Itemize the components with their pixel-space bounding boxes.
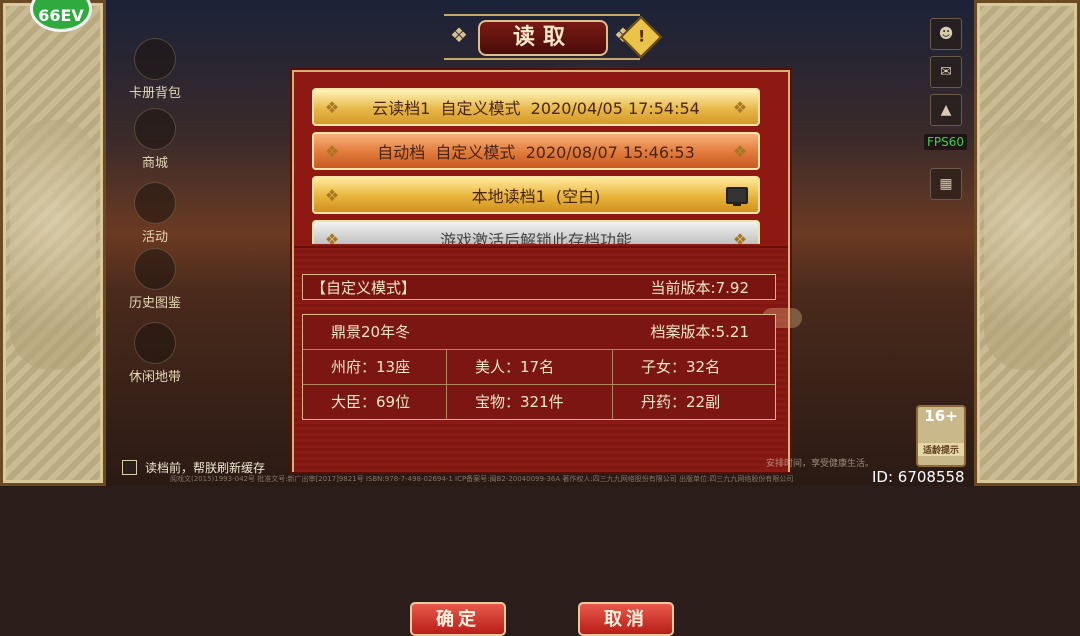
backpack-icon	[134, 38, 176, 80]
menu-item-history[interactable]: 历史图鉴	[110, 248, 200, 311]
stat-treasures: 宝物：321件	[447, 385, 613, 419]
menu-label: 活动	[141, 230, 168, 245]
fps-counter: FPS60	[924, 134, 968, 150]
archive-version: 档案版本:5.21	[650, 323, 749, 341]
menu-item-shop[interactable]: 商城	[110, 108, 200, 171]
slot-label: 云读档1 自定义模式 2020/04/05 17:54:54	[372, 99, 700, 118]
stat-beauties: 美人：17名	[447, 350, 613, 384]
monitor-icon	[726, 187, 748, 206]
menu-label: 历史图鉴	[128, 296, 181, 311]
user-id: ID: 6708558	[872, 468, 965, 486]
knot-ornament-icon: ❖	[324, 142, 340, 161]
knot-ornament-icon: ❖	[324, 98, 340, 117]
mode-label: 【自定义模式】	[311, 279, 417, 297]
current-version: 当前版本:7.92	[650, 279, 749, 297]
title-banner: ❖ 读取 ❖	[444, 14, 640, 60]
confirm-button[interactable]: 确定	[410, 602, 506, 636]
activity-icon	[134, 182, 176, 224]
logo-text: 66EV	[38, 6, 84, 25]
knot-ornament-icon: ❖	[732, 230, 748, 244]
age-rating: 16+	[924, 407, 958, 425]
age-rating-badge: 16+ 适龄提示	[916, 405, 966, 467]
gift-icon[interactable]: ▦	[930, 168, 962, 200]
shop-icon	[134, 108, 176, 150]
save-slot-list[interactable]: ❖ 云读档1 自定义模式 2020/04/05 17:54:54 ❖ ❖ 自动档…	[312, 84, 764, 244]
dragon-emblem	[10, 120, 96, 370]
menu-item-activity[interactable]: 活动	[110, 182, 200, 245]
age-rating-label: 适龄提示	[918, 443, 964, 456]
knot-ornament-icon: ❖	[732, 142, 748, 161]
save-slot-auto[interactable]: ❖ 自动档 自定义模式 2020/08/07 15:46:53 ❖	[312, 132, 760, 170]
menu-label: 卡册背包	[128, 86, 181, 101]
right-decor-panel	[974, 0, 1080, 486]
table-row: 州府：13座 美人：17名 子女：32名	[303, 350, 775, 385]
save-stats-table: 鼎景20年冬 档案版本:5.21 州府：13座 美人：17名 子女：32名 大臣…	[302, 314, 776, 420]
refresh-cache-checkbox[interactable]	[122, 460, 137, 475]
dragon-emblem	[984, 120, 1070, 370]
cancel-button[interactable]: 取消	[578, 602, 674, 636]
table-row: 大臣：69位 宝物：321件 丹药：22副	[303, 385, 775, 419]
menu-label: 商城	[141, 156, 168, 171]
stat-prefectures: 州府：13座	[303, 350, 447, 384]
slot-label: 游戏激活后解锁此存档功能	[439, 231, 632, 244]
leisure-icon	[134, 322, 176, 364]
knot-ornament-icon: ❖	[732, 98, 748, 117]
stat-elixirs: 丹药：22副	[641, 393, 721, 411]
save-info-panel: 【自定义模式】 当前版本:7.92 鼎景20年冬 档案版本:5.21 州府：13…	[294, 246, 802, 636]
stat-children: 子女：32名	[641, 358, 721, 376]
save-slot-local-1[interactable]: ❖ 本地读档1 (空白)	[312, 176, 760, 214]
table-row: 鼎景20年冬 档案版本:5.21	[303, 315, 775, 350]
slot-label: 自动档 自定义模式 2020/08/07 15:46:53	[377, 143, 695, 162]
menu-item-leisure[interactable]: 休闲地带	[110, 322, 200, 385]
page-title: 读取	[478, 20, 608, 56]
stat-ministers: 大臣：69位	[303, 385, 447, 419]
mode-bar: 【自定义模式】 当前版本:7.92	[302, 274, 776, 300]
health-notice: 安排时间，享受健康生活。	[766, 459, 875, 469]
license-fine-print: 阅戏文(2015)1993-042号 批准文号:新广出审[2017]9821号 …	[170, 475, 794, 483]
load-dialog: ❖ 云读档1 自定义模式 2020/04/05 17:54:54 ❖ ❖ 自动档…	[292, 70, 802, 636]
portrait-icon[interactable]: ☻	[930, 18, 962, 50]
knot-ornament-icon: ❖	[450, 23, 468, 47]
mail-icon[interactable]: ✉	[930, 56, 962, 88]
slot-label: 本地读档1 (空白)	[471, 187, 601, 206]
menu-label: 休闲地带	[128, 370, 181, 385]
save-slot-cloud-1[interactable]: ❖ 云读档1 自定义模式 2020/04/05 17:54:54 ❖	[312, 88, 760, 126]
speaker-icon[interactable]: ▲	[930, 94, 962, 126]
save-slot-locked[interactable]: ❖ 游戏激活后解锁此存档功能 ❖	[312, 220, 760, 244]
book-icon	[134, 248, 176, 290]
knot-ornament-icon: ❖	[324, 186, 340, 205]
era-label: 鼎景20年冬	[331, 323, 411, 341]
left-decor-panel	[0, 0, 106, 486]
menu-item-backpack[interactable]: 卡册背包	[110, 38, 200, 101]
knot-ornament-icon: ❖	[324, 230, 340, 244]
